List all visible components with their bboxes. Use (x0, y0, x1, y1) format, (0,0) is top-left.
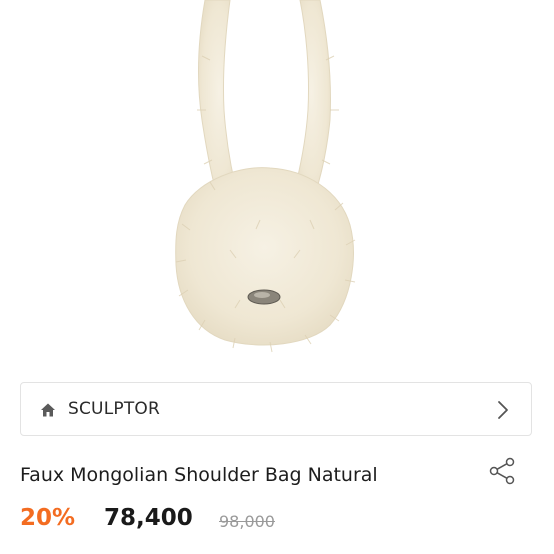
share-icon[interactable] (489, 457, 516, 485)
bag-illustration (175, 0, 356, 353)
sale-price: 78,400 (104, 505, 193, 531)
brand-name: SCULPTOR (68, 399, 161, 419)
product-title: Faux Mongolian Shoulder Bag Natural (20, 464, 378, 486)
brand-link[interactable]: SCULPTOR (20, 382, 532, 436)
discount-rate: 20% (20, 505, 76, 531)
original-price: 98,000 (219, 512, 275, 531)
product-image (0, 0, 554, 362)
home-icon (41, 403, 55, 417)
chevron-right-icon (498, 401, 508, 419)
